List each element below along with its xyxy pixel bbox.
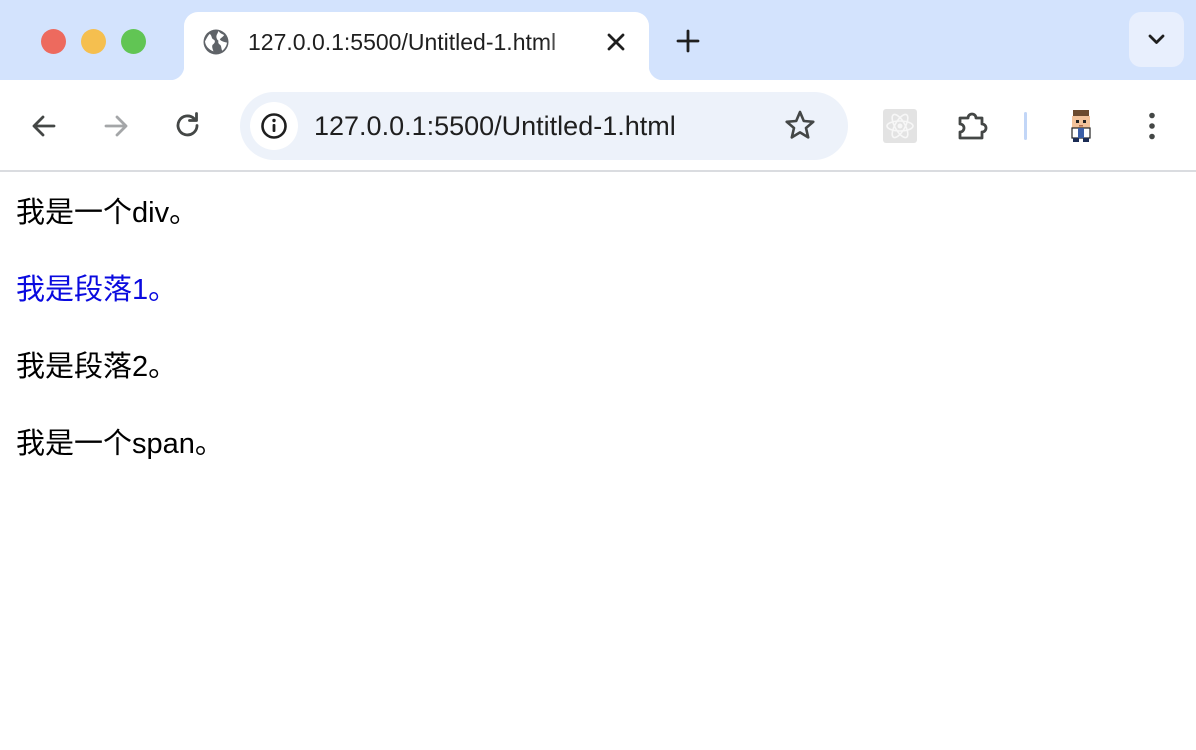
star-icon[interactable] — [780, 106, 820, 146]
site-info-button[interactable] — [250, 102, 298, 150]
info-icon — [261, 113, 287, 139]
toolbar-divider — [1024, 112, 1027, 140]
puzzle-icon[interactable] — [954, 106, 994, 146]
div-text: 我是一个div。 — [16, 197, 199, 229]
page-content: 我是一个div。 我是段落1。 我是段落2。 我是一个span。 — [0, 174, 1196, 750]
avatar-icon[interactable] — [1061, 106, 1101, 146]
paragraph-2-text: 我是段落2。 — [16, 351, 178, 383]
globe-icon — [203, 29, 229, 55]
window-maximize-button[interactable] — [121, 29, 146, 54]
arrow-right-icon[interactable] — [98, 108, 134, 144]
close-icon[interactable] — [602, 28, 630, 56]
tab-title: 127.0.0.1:5500/Untitled-1.html — [248, 29, 557, 55]
tab-search-button[interactable] — [1129, 12, 1184, 67]
react-icon[interactable] — [880, 106, 920, 146]
browser-toolbar: 127.0.0.1:5500/Untitled-1.html — [0, 80, 1196, 172]
paragraph-1-text: 我是段落1。 — [16, 274, 178, 306]
address-bar[interactable]: 127.0.0.1:5500/Untitled-1.html — [240, 92, 848, 160]
active-tab[interactable]: 127.0.0.1:5500/Untitled-1.html — [170, 12, 663, 80]
chevron-down-icon — [1148, 34, 1165, 44]
span-text: 我是一个span。 — [16, 428, 224, 460]
url-text[interactable]: 127.0.0.1:5500/Untitled-1.html — [314, 108, 676, 144]
tab-strip: 127.0.0.1:5500/Untitled-1.html — [0, 0, 1196, 80]
window-close-button[interactable] — [41, 29, 66, 54]
kebab-menu-icon[interactable] — [1134, 108, 1170, 144]
arrow-left-icon[interactable] — [26, 108, 62, 144]
reload-icon[interactable] — [170, 108, 206, 144]
window-minimize-button[interactable] — [81, 29, 106, 54]
plus-icon[interactable] — [672, 25, 704, 57]
